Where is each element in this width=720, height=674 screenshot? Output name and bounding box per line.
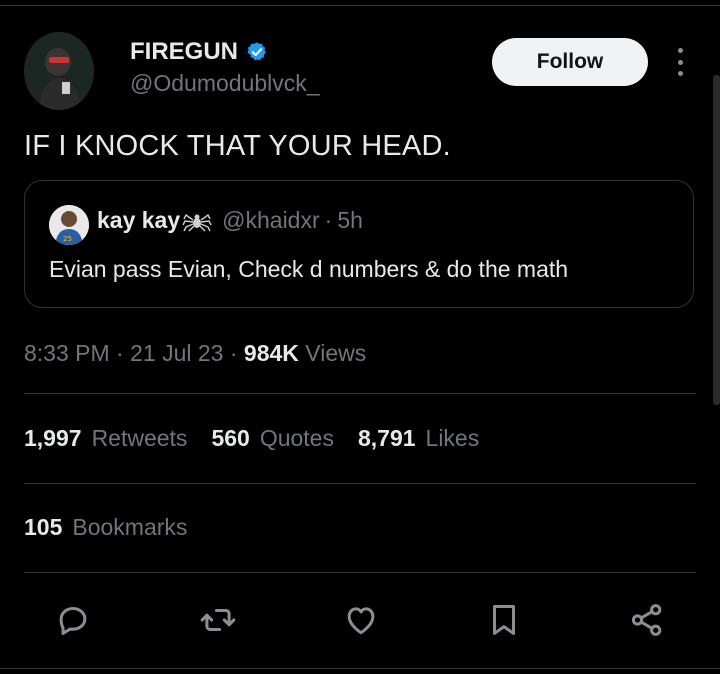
bookmark-button[interactable] [482,598,526,642]
reply-icon [59,606,87,635]
retweet-icon [200,608,236,632]
quoted-author-handle: @khaidxr [222,207,320,233]
svg-text:25: 25 [63,235,72,243]
tweet-meta: 8:33 PM · 21 Jul 23 · 984K Views [24,340,366,367]
bottom-divider [0,668,720,669]
author-name-row: FIREGUN [130,38,268,66]
quoted-header: kay kay @khaidxr · 5h [97,207,363,234]
avatar-image [24,32,94,110]
views-count: 984K [243,340,299,366]
author-name[interactable]: FIREGUN [130,38,238,66]
quoted-author-name: kay kay [97,207,181,233]
divider [24,483,696,484]
bookmark-icon [492,605,516,635]
quoted-tweet[interactable]: 25 kay kay @khaidxr · 5h Evian pass Evia… [24,180,694,308]
like-icon [347,607,375,635]
share-icon [631,604,662,636]
retweet-button[interactable] [196,598,240,642]
top-divider [0,5,720,6]
quotes-label: Quotes [259,425,334,451]
author-avatar[interactable] [24,32,94,110]
likes-stat[interactable]: 8,791 Likes [358,425,479,452]
action-bar [0,598,720,644]
quoted-avatar-image: 25 [49,205,89,245]
divider [24,393,696,394]
tweet-time[interactable]: 8:33 PM [24,340,110,366]
engagement-stats: 1,997 Retweets 560 Quotes 8,791 Likes [24,425,503,452]
likes-label: Likes [425,425,480,451]
follow-button[interactable]: Follow [492,38,648,86]
bookmarks-label: Bookmarks [72,514,188,540]
meta-separator-2: · [229,340,238,366]
quoted-time: 5h [337,207,363,233]
quoted-separator: · [324,207,333,233]
quoted-author-avatar: 25 [49,205,89,245]
tweet-text: IF I KNOCK THAT YOUR HEAD. [24,130,451,162]
spider-icon [182,213,212,231]
quoted-text: Evian pass Evian, Check d numbers & do t… [49,256,569,282]
quotes-count: 560 [211,425,250,451]
bookmarks-count: 105 [24,514,63,540]
scrollbar[interactable] [713,75,720,405]
author-handle[interactable]: @Odumodublvck_ [130,70,320,97]
likes-count: 8,791 [357,425,416,451]
share-button[interactable] [625,598,669,642]
retweets-count: 1,997 [24,425,82,451]
retweets-stat[interactable]: 1,997 Retweets [24,425,187,452]
verified-badge-icon [247,42,266,61]
meta-separator: · [116,340,124,366]
tweet-date[interactable]: 21 Jul 23 [130,340,223,366]
quotes-stat[interactable]: 560 Quotes [211,425,334,452]
like-button[interactable] [339,598,383,642]
bookmarks-stat[interactable]: 105 Bookmarks [24,514,187,541]
views-label: Views [305,340,367,366]
more-options-icon[interactable] [670,44,690,80]
divider [24,572,696,573]
reply-button[interactable] [51,598,95,642]
retweets-label: Retweets [91,425,188,451]
